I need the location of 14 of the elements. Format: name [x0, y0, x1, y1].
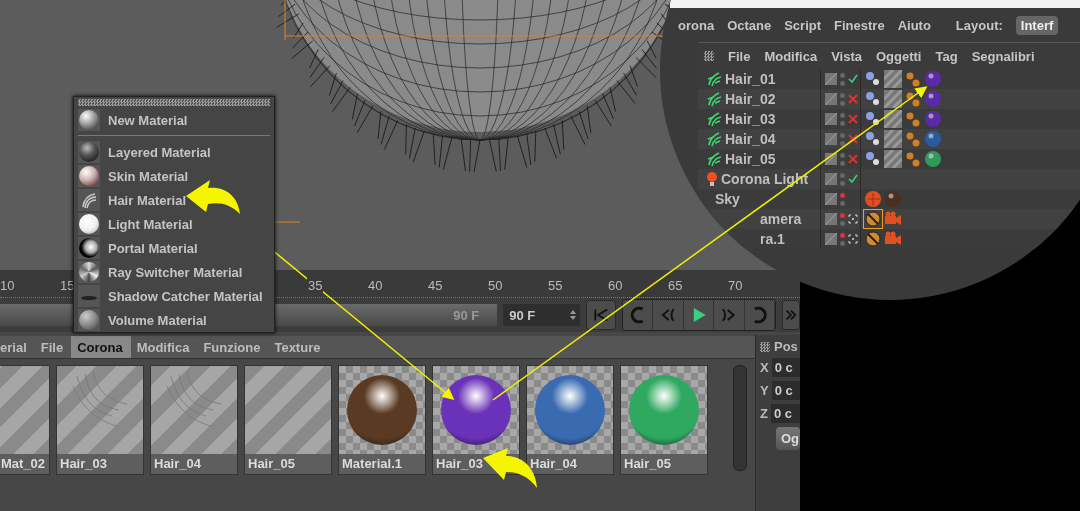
timeline-tick-label: 45: [427, 278, 444, 293]
timeline-tick-label: 50: [487, 278, 504, 293]
axis-label: Z: [760, 406, 768, 421]
timeline-tick-label: 40: [367, 278, 384, 293]
timeline-tick-label: 65: [667, 278, 684, 293]
timeline-tick-label: 55: [547, 278, 564, 293]
layout-label: Layout:: [955, 17, 1003, 33]
timeline-tick-label: 60: [607, 278, 624, 293]
timeline-tick-label: 35: [307, 278, 324, 293]
axis-label: X: [760, 360, 769, 375]
axis-label: Y: [760, 383, 769, 398]
timeline-tick-label: 10: [0, 278, 16, 293]
timeline-tick-label: 70: [727, 278, 744, 293]
panel-title: Pos: [774, 339, 798, 354]
